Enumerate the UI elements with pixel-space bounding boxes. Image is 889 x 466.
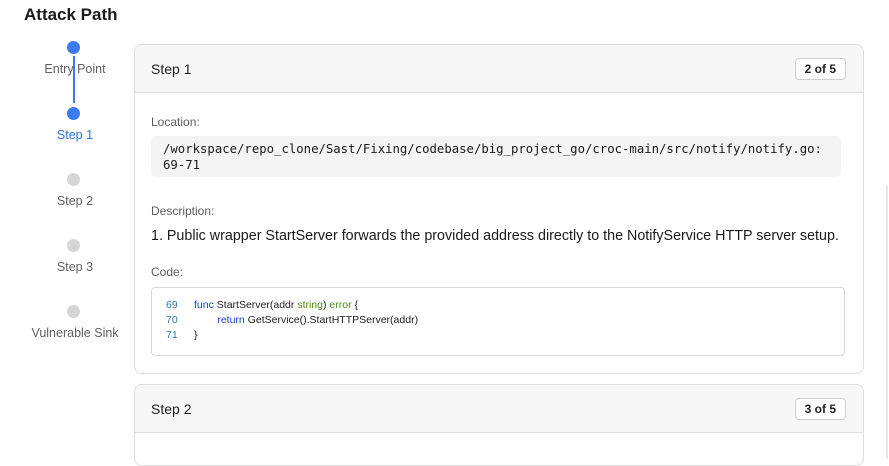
step-card-title: Step 2 xyxy=(151,401,192,417)
code-keyword: return xyxy=(217,314,245,326)
location-label: Location: xyxy=(151,115,200,129)
code-token: } xyxy=(194,329,198,341)
attack-path-timeline: Entry Point Step 1 Step 2 Step 3 Vulnera… xyxy=(0,0,150,459)
timeline-label-step-2[interactable]: Step 2 xyxy=(0,194,150,208)
code-line: 70 return GetService().StartHTTPServer(a… xyxy=(152,313,842,327)
code-text: return GetService().StartHTTPServer(addr… xyxy=(194,313,418,327)
step-position-badge: 2 of 5 xyxy=(794,58,846,80)
timeline-label-vulnerable-sink[interactable]: Vulnerable Sink xyxy=(0,326,150,340)
timeline-dot-step-2[interactable] xyxy=(67,173,80,186)
step-card-2: Step 2 3 of 5 xyxy=(134,384,864,466)
code-keyword: func xyxy=(194,299,214,311)
code-label: Code: xyxy=(151,265,184,279)
scrollbar-track[interactable] xyxy=(886,185,888,459)
line-number: 71 xyxy=(166,329,178,341)
code-snippet: 69 func StartServer(addr string) error {… xyxy=(151,287,845,356)
timeline-dot-step-1[interactable] xyxy=(67,107,80,120)
code-type: error xyxy=(329,299,352,311)
timeline-dot-step-3[interactable] xyxy=(67,239,80,252)
description-text: 1. Public wrapper StartServer forwards t… xyxy=(151,228,839,244)
timeline-label-entry-point[interactable]: Entry Point xyxy=(0,62,150,76)
step-position-badge: 3 of 5 xyxy=(794,398,846,420)
line-number: 69 xyxy=(166,299,178,311)
code-line: 71 } xyxy=(152,328,842,342)
line-number: 70 xyxy=(166,314,178,326)
step-card-1: Step 1 2 of 5 Location: /workspace/repo_… xyxy=(134,44,864,374)
timeline-label-step-1[interactable]: Step 1 xyxy=(0,128,150,142)
code-text: } xyxy=(194,328,198,342)
code-token: GetService().StartHTTPServer(addr) xyxy=(244,314,419,326)
timeline-label-step-3[interactable]: Step 3 xyxy=(0,260,150,274)
description-label: Description: xyxy=(151,204,215,218)
code-token: { xyxy=(351,299,359,311)
timeline-dot-vulnerable-sink[interactable] xyxy=(67,305,80,318)
step-card-title: Step 1 xyxy=(151,61,192,77)
location-path: /workspace/repo_clone/Sast/Fixing/codeba… xyxy=(151,136,841,177)
code-text: func StartServer(addr string) error { xyxy=(194,298,358,312)
step-card-header[interactable]: Step 2 3 of 5 xyxy=(135,385,863,433)
code-token: StartServer(addr xyxy=(213,299,298,311)
code-line: 69 func StartServer(addr string) error { xyxy=(152,298,842,312)
code-type: string xyxy=(297,299,323,311)
step-card-header[interactable]: Step 1 2 of 5 xyxy=(135,45,863,93)
timeline-dot-entry-point[interactable] xyxy=(67,41,80,54)
